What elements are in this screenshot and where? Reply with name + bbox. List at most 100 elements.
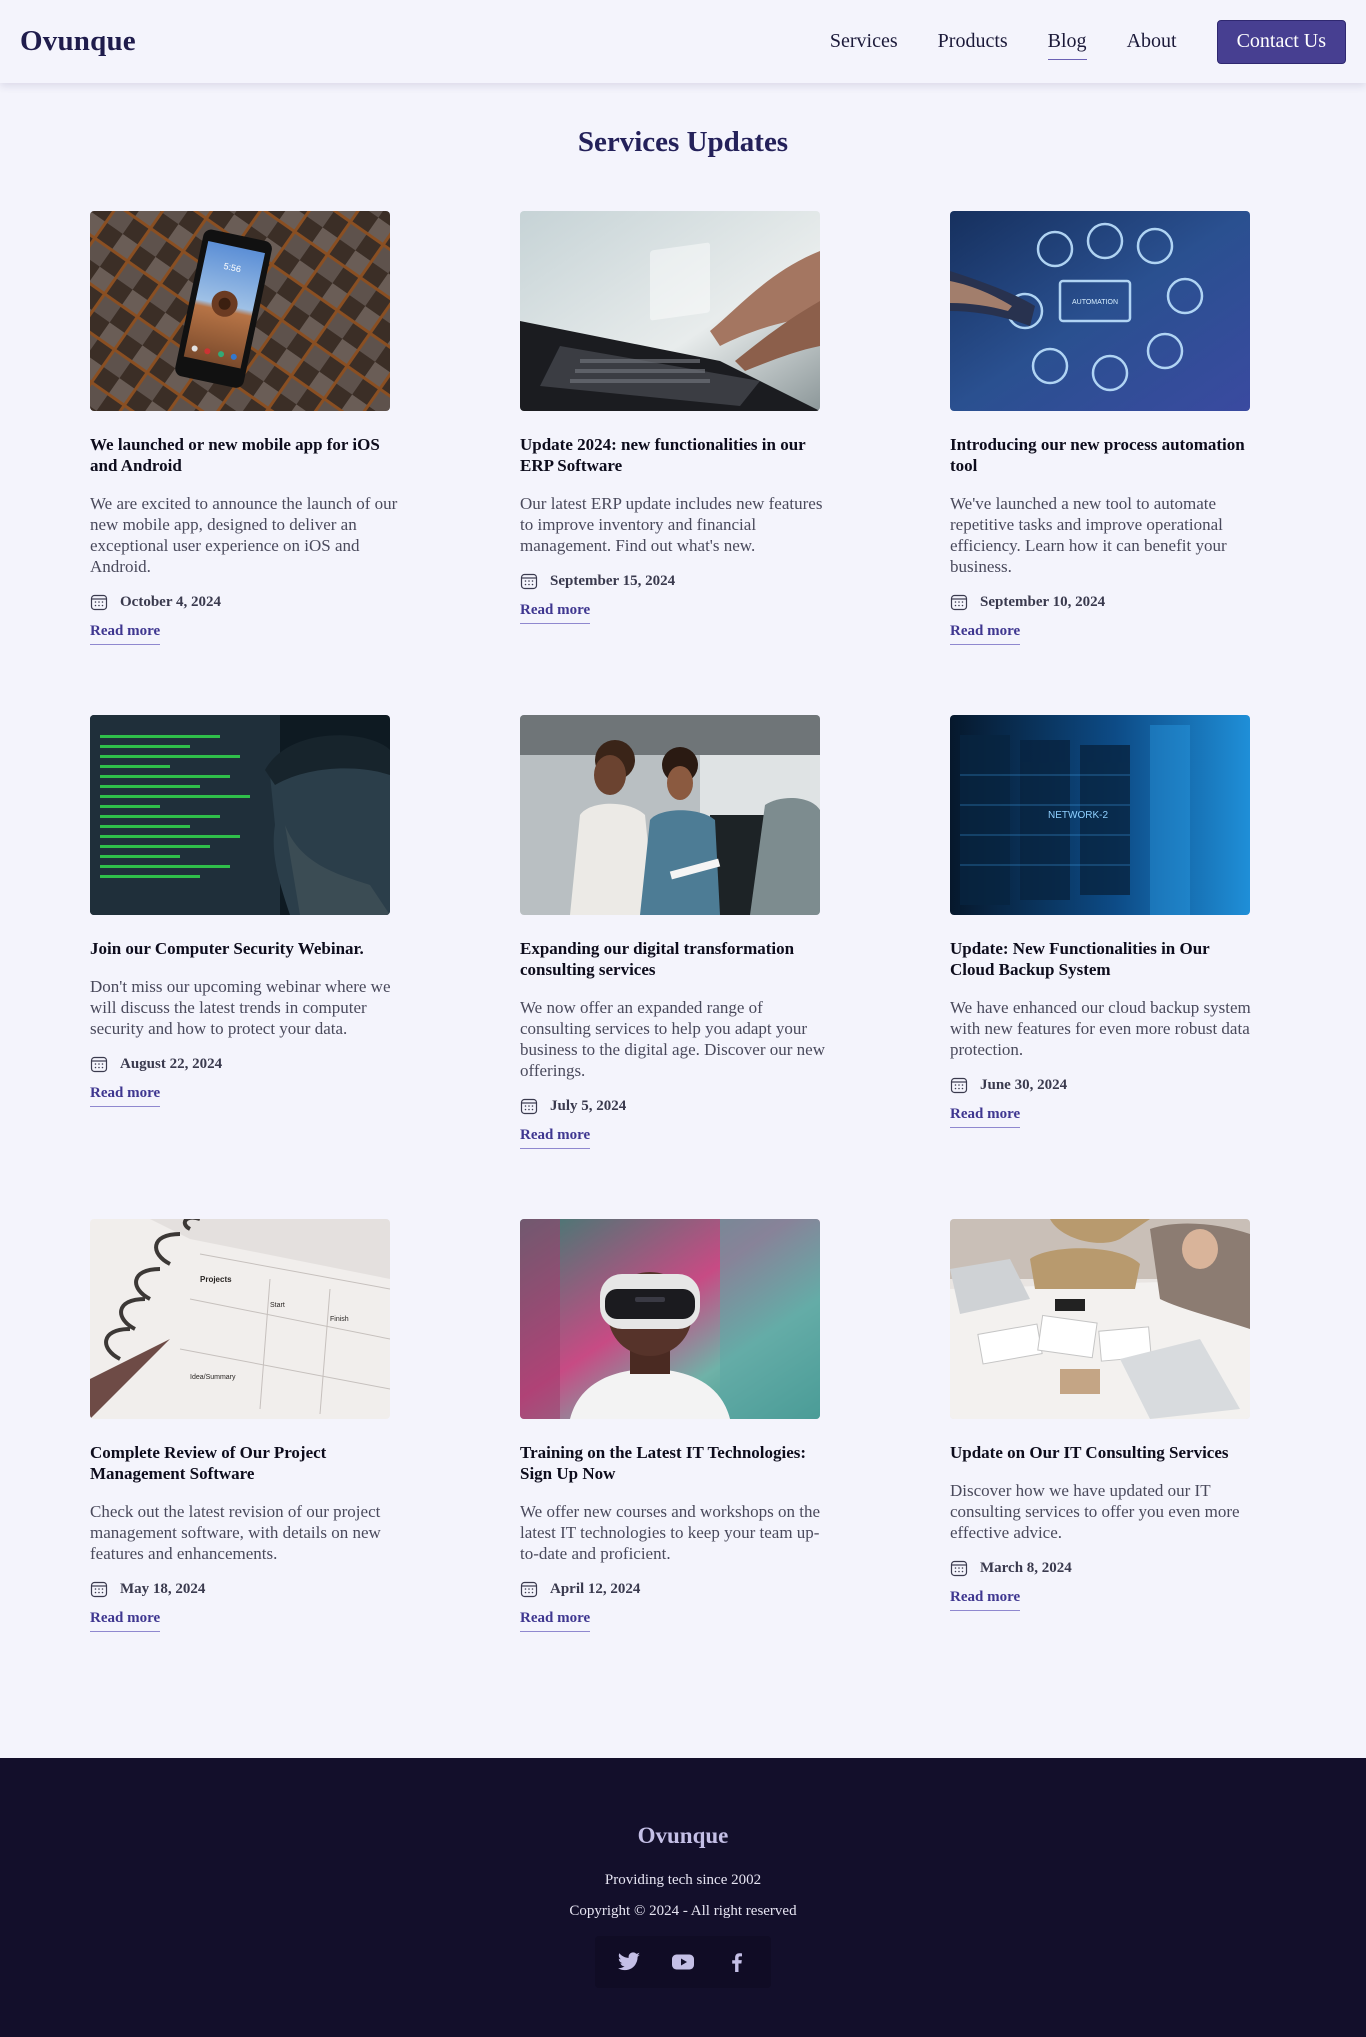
post-date: March 8, 2024 bbox=[950, 1559, 1250, 1577]
calendar-icon bbox=[90, 594, 108, 611]
youtube-link[interactable] bbox=[671, 1950, 695, 1974]
calendar-icon bbox=[520, 1581, 538, 1598]
post-date-text: April 12, 2024 bbox=[550, 1580, 641, 1597]
post-title[interactable]: Introducing our new process automation t… bbox=[950, 434, 1250, 476]
post-date-text: September 10, 2024 bbox=[980, 593, 1106, 610]
post-title[interactable]: Complete Review of Our Project Managemen… bbox=[90, 1442, 390, 1484]
post-image-laptop[interactable] bbox=[520, 211, 820, 411]
post-date-text: September 15, 2024 bbox=[550, 572, 676, 589]
post-card: NETWORK-2 Update: New Functionalities in… bbox=[950, 715, 1251, 1149]
nav-link-services[interactable]: Services bbox=[830, 24, 898, 60]
nav-link-products[interactable]: Products bbox=[938, 24, 1008, 60]
post-date: May 18, 2024 bbox=[90, 1580, 390, 1598]
calendar-icon bbox=[950, 1077, 968, 1094]
svg-text:Idea/Summary: Idea/Summary bbox=[190, 1374, 236, 1381]
post-title[interactable]: Training on the Latest IT Technologies: … bbox=[520, 1442, 820, 1484]
youtube-icon[interactable] bbox=[671, 1950, 695, 1974]
post-card: Update on Our IT Consulting Services Dis… bbox=[950, 1219, 1250, 1632]
social-links bbox=[595, 1936, 771, 1988]
posts-grid: 5:56 We launched or new mobile app for i… bbox=[90, 211, 1366, 1632]
read-more-link[interactable]: Read more bbox=[520, 1610, 591, 1632]
post-date: September 10, 2024 bbox=[950, 593, 1250, 611]
facebook-link[interactable] bbox=[725, 1950, 749, 1974]
calendar-icon bbox=[520, 573, 538, 590]
post-image-smartphone[interactable]: 5:56 bbox=[90, 211, 390, 411]
post-description: Discover how we have updated our IT cons… bbox=[950, 1481, 1240, 1542]
post-date-text: August 22, 2024 bbox=[120, 1055, 223, 1072]
post-image-team[interactable] bbox=[520, 715, 820, 915]
site-header: Ovunque Services Products Blog About Con… bbox=[0, 0, 1366, 83]
post-date-text: June 30, 2024 bbox=[980, 1076, 1068, 1093]
post-card: Training on the Latest IT Technologies: … bbox=[520, 1219, 820, 1632]
footer-logo[interactable]: Ovunque bbox=[0, 1823, 1366, 1849]
facebook-icon[interactable] bbox=[725, 1950, 749, 1974]
main-nav: Services Products Blog About Contact Us bbox=[790, 19, 1346, 64]
post-card: Expanding our digital transformation con… bbox=[520, 715, 825, 1149]
post-title[interactable]: We launched or new mobile app for iOS an… bbox=[90, 434, 390, 476]
twitter-link[interactable] bbox=[617, 1950, 641, 1974]
post-card: AUTOMATION Introducing our new process a… bbox=[950, 211, 1250, 645]
read-more-link[interactable]: Read more bbox=[950, 623, 1021, 645]
contact-us-button[interactable]: Contact Us bbox=[1216, 19, 1346, 64]
post-title[interactable]: Update: New Functionalities in Our Cloud… bbox=[950, 938, 1250, 980]
read-more-link[interactable]: Read more bbox=[520, 602, 591, 624]
site-logo[interactable]: Ovunque bbox=[20, 25, 136, 58]
calendar-icon bbox=[950, 594, 968, 611]
post-description: We now offer an expanded range of consul… bbox=[520, 998, 825, 1080]
read-more-link[interactable]: Read more bbox=[520, 1127, 591, 1149]
svg-text:NETWORK-2: NETWORK-2 bbox=[1048, 810, 1108, 821]
svg-text:AUTOMATION: AUTOMATION bbox=[1072, 299, 1118, 306]
post-date-text: July 5, 2024 bbox=[550, 1097, 627, 1114]
post-description: Check out the latest revision of our pro… bbox=[90, 1502, 381, 1563]
calendar-icon bbox=[90, 1581, 108, 1598]
post-date: June 30, 2024 bbox=[950, 1076, 1250, 1094]
svg-text:Start: Start bbox=[270, 1302, 285, 1309]
post-card: 5:56 We launched or new mobile app for i… bbox=[90, 211, 397, 645]
post-image-security[interactable] bbox=[90, 715, 390, 915]
post-date: August 22, 2024 bbox=[90, 1055, 390, 1073]
footer-copyright: Copyright © 2024 - All right reserved bbox=[569, 1903, 797, 1919]
nav-link-blog[interactable]: Blog bbox=[1047, 24, 1087, 60]
post-description: We have enhanced our cloud backup system… bbox=[950, 998, 1251, 1059]
post-date-text: March 8, 2024 bbox=[980, 1559, 1072, 1576]
post-title[interactable]: Expanding our digital transformation con… bbox=[520, 938, 820, 980]
post-image-planner[interactable]: Projects Start Finish Idea/Summary bbox=[90, 1219, 390, 1419]
post-date: October 4, 2024 bbox=[90, 593, 390, 611]
post-description: Don't miss our upcoming webinar where we… bbox=[90, 977, 391, 1038]
post-date-text: October 4, 2024 bbox=[120, 593, 221, 610]
post-image-servers[interactable]: NETWORK-2 bbox=[950, 715, 1250, 915]
nav-link-about[interactable]: About bbox=[1127, 24, 1177, 60]
post-date: September 15, 2024 bbox=[520, 572, 820, 590]
main-content: Services Updates 5:56 We launched or new… bbox=[0, 126, 1366, 1632]
post-title[interactable]: Join our Computer Security Webinar. bbox=[90, 938, 390, 959]
post-card: Join our Computer Security Webinar. Don'… bbox=[90, 715, 391, 1149]
footer-tagline: Providing tech since 2002 bbox=[604, 1872, 762, 1888]
read-more-link[interactable]: Read more bbox=[90, 1085, 161, 1107]
post-description: We are excited to announce the launch of… bbox=[90, 494, 398, 576]
post-date: April 12, 2024 bbox=[520, 1580, 820, 1598]
post-title[interactable]: Update on Our IT Consulting Services bbox=[950, 1442, 1250, 1463]
post-image-automation[interactable]: AUTOMATION bbox=[950, 211, 1250, 411]
page-title: Services Updates bbox=[577, 126, 789, 158]
calendar-icon bbox=[90, 1056, 108, 1073]
site-footer: Ovunque Providing tech since 2002 Copyri… bbox=[0, 1758, 1366, 2037]
post-image-vr-headset[interactable] bbox=[520, 1219, 820, 1419]
post-description: We offer new courses and workshops on th… bbox=[520, 1502, 820, 1563]
svg-text:Projects: Projects bbox=[200, 1275, 232, 1284]
post-title[interactable]: Update 2024: new functionalities in our … bbox=[520, 434, 820, 476]
post-description: We've launched a new tool to automate re… bbox=[950, 494, 1227, 576]
read-more-link[interactable]: Read more bbox=[950, 1589, 1021, 1611]
read-more-link[interactable]: Read more bbox=[950, 1106, 1021, 1128]
svg-text:Finish: Finish bbox=[330, 1316, 349, 1323]
post-card: Update 2024: new functionalities in our … bbox=[520, 211, 822, 645]
calendar-icon bbox=[520, 1098, 538, 1115]
post-description: Our latest ERP update includes new featu… bbox=[520, 494, 823, 555]
post-image-consulting[interactable] bbox=[950, 1219, 1250, 1419]
twitter-icon[interactable] bbox=[617, 1950, 641, 1974]
read-more-link[interactable]: Read more bbox=[90, 1610, 161, 1632]
post-card: Projects Start Finish Idea/Summary Compl… bbox=[90, 1219, 390, 1632]
read-more-link[interactable]: Read more bbox=[90, 623, 161, 645]
calendar-icon bbox=[950, 1560, 968, 1577]
post-date: July 5, 2024 bbox=[520, 1097, 820, 1115]
post-date-text: May 18, 2024 bbox=[120, 1580, 206, 1597]
